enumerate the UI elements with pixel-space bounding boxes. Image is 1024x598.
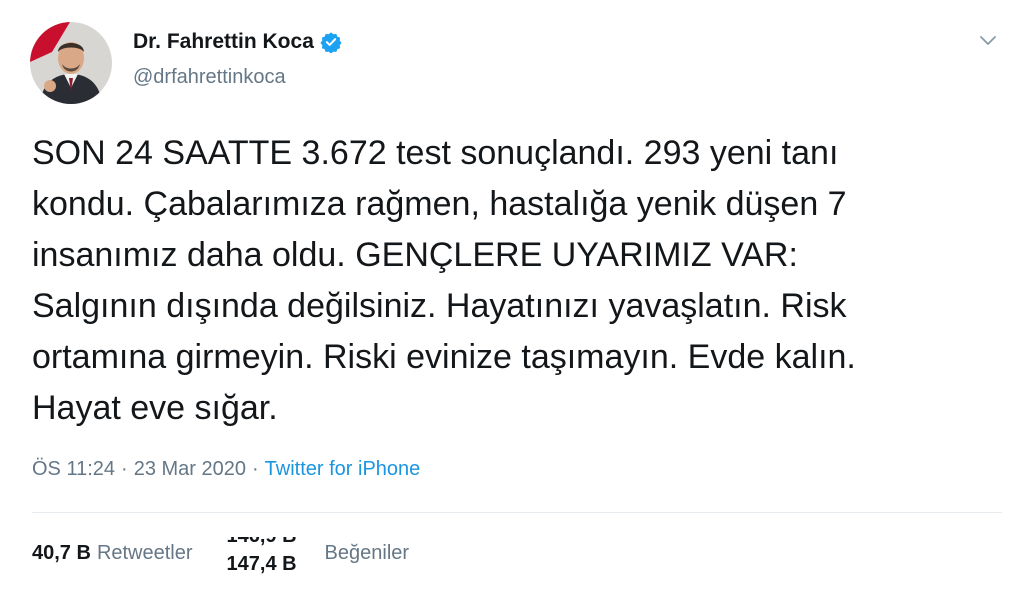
verified-badge-icon (320, 32, 342, 53)
tweet-card: Dr. Fahrettin Koca @drfahrettinkoca SON … (0, 0, 1024, 598)
tweet-text: SON 24 SAATTE 3.672 test sonuçlandı. 293… (32, 128, 992, 434)
likes-count: 147,4 B (226, 553, 297, 575)
tweet-meta: ÖS 11:24 · 23 Mar 2020 · Twitter for iPh… (32, 458, 420, 481)
tweet-text-line: Salgının dışında değilsiniz. Hayatınızı … (32, 287, 847, 325)
likes-count-previous: 146,9 B (227, 537, 297, 548)
avatar[interactable] (30, 22, 112, 104)
tweet-stats: 40,7 B Retweetler 146,9 B 147,4 B Beğeni… (32, 537, 410, 575)
likes-stat[interactable]: 146,9 B 147,4 B Beğeniler (227, 537, 410, 575)
tweet-source-link[interactable]: Twitter for iPhone (265, 458, 421, 481)
author-name-row: Dr. Fahrettin Koca (133, 30, 342, 54)
tweet-text-line: SON 24 SAATTE 3.672 test sonuçlandı. 293… (32, 134, 839, 172)
retweets-stat[interactable]: 40,7 B Retweetler (32, 542, 193, 565)
likes-count-odometer: 146,9 B 147,4 B (227, 537, 319, 581)
tweet-text-line: insanımız daha oldu. GENÇLERE UYARIMIZ V… (32, 236, 798, 274)
retweets-count: 40,7 B (32, 541, 91, 564)
tweet-text-line: kondu. Çabalarımıza rağmen, hastalığa ye… (32, 185, 847, 223)
author-handle[interactable]: @drfahrettinkoca (133, 66, 286, 89)
meta-separator: · (121, 458, 128, 480)
divider (32, 512, 1002, 513)
retweets-label: Retweetler (96, 541, 193, 564)
display-name[interactable]: Dr. Fahrettin Koca (133, 30, 314, 54)
meta-separator: · (252, 458, 259, 480)
chevron-down-icon[interactable] (976, 28, 1000, 52)
tweet-text-line: Hayat eve sığar. (32, 389, 278, 427)
tweet-date[interactable]: 23 Mar 2020 (134, 458, 246, 481)
tweet-text-line: ortamına girmeyin. Riski evinize taşımay… (32, 338, 856, 376)
likes-label: Beğeniler (324, 541, 410, 564)
tweet-time[interactable]: ÖS 11:24 (32, 458, 115, 481)
